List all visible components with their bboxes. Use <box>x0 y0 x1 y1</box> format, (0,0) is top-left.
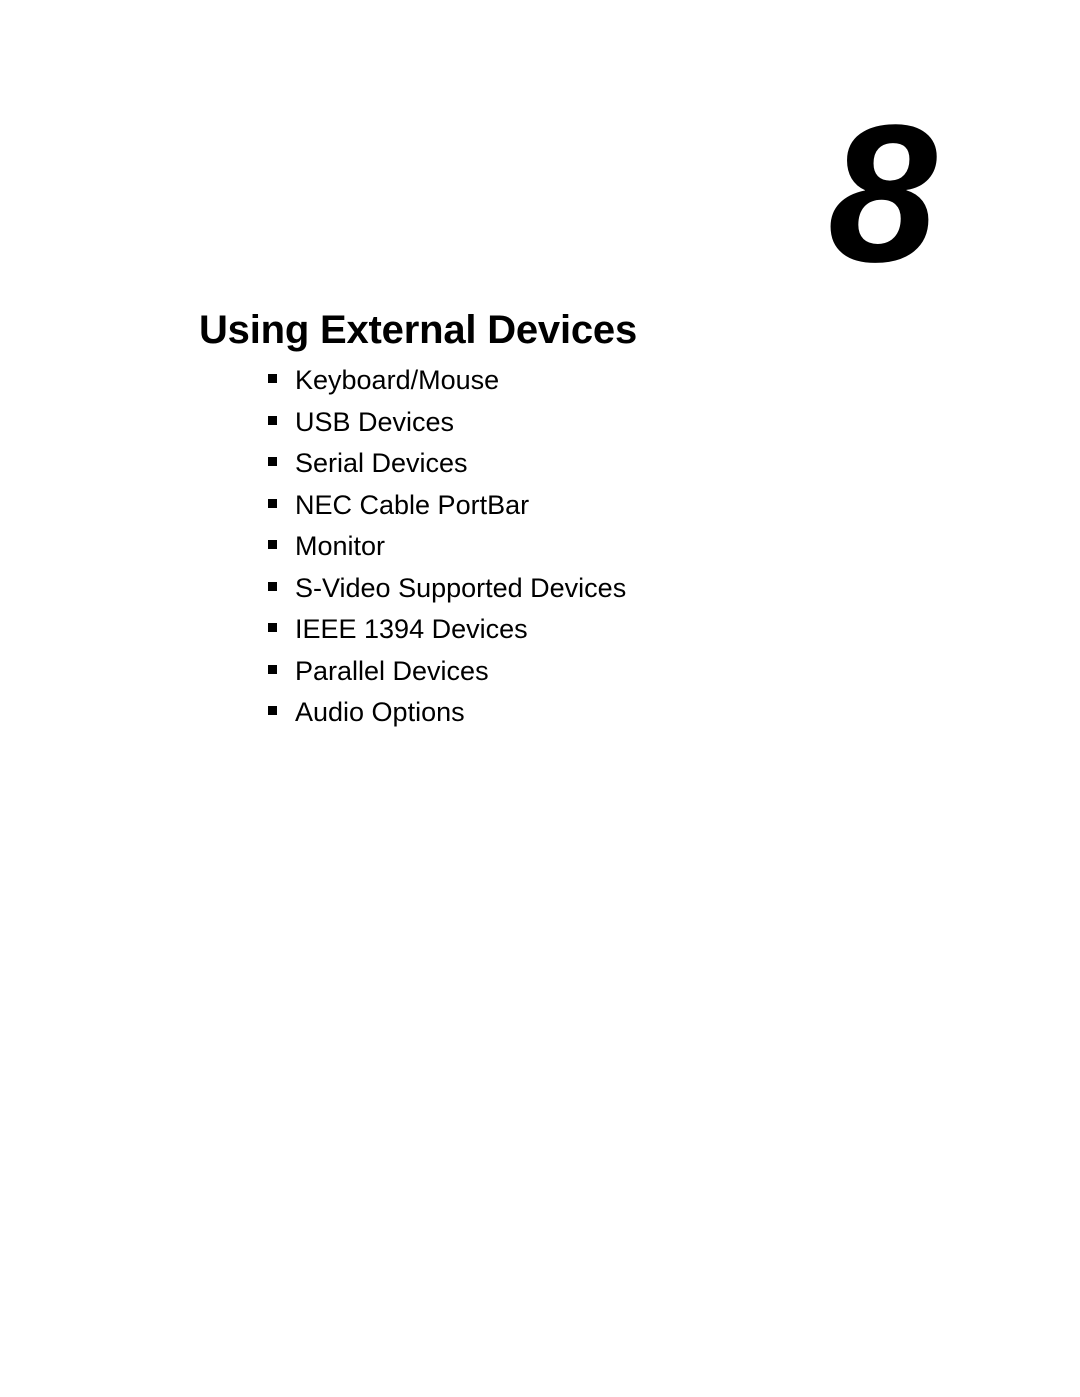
list-item: Keyboard/Mouse <box>268 365 626 407</box>
square-bullet-icon <box>268 374 277 383</box>
square-bullet-icon <box>268 540 277 549</box>
list-item-label: NEC Cable PortBar <box>295 489 530 520</box>
chapter-opener-page: 8 Using External Devices Keyboard/Mouse … <box>0 0 1080 1397</box>
square-bullet-icon <box>268 457 277 466</box>
page-title: Using External Devices <box>199 307 638 352</box>
list-item-label: S-Video Supported Devices <box>295 572 627 603</box>
list-item-label: IEEE 1394 Devices <box>295 614 528 644</box>
chapter-number: 8 <box>827 84 937 303</box>
list-item: NEC Cable PortBar <box>268 490 626 532</box>
square-bullet-icon <box>268 415 277 425</box>
list-item: Audio Options <box>268 697 626 739</box>
square-bullet-icon <box>268 581 277 591</box>
list-item: Serial Devices <box>268 448 626 490</box>
square-bullet-icon <box>268 498 277 508</box>
list-item-label: Parallel Devices <box>295 655 489 686</box>
chapter-contents-list: Keyboard/Mouse USB Devices Serial Device… <box>268 365 626 739</box>
list-item: Parallel Devices <box>268 656 626 698</box>
square-bullet-icon <box>268 664 277 674</box>
list-item: IEEE 1394 Devices <box>268 614 626 656</box>
list-item-label: Keyboard/Mouse <box>295 365 500 395</box>
list-item: S-Video Supported Devices <box>268 573 626 615</box>
square-bullet-icon <box>268 623 277 632</box>
list-item-label: Serial Devices <box>295 448 468 478</box>
list-item-label: Audio Options <box>295 697 465 727</box>
list-item: Monitor <box>268 531 626 573</box>
list-item: USB Devices <box>268 407 626 449</box>
list-item-label: Monitor <box>295 531 386 561</box>
square-bullet-icon <box>268 706 277 715</box>
list-item-label: USB Devices <box>295 406 455 437</box>
